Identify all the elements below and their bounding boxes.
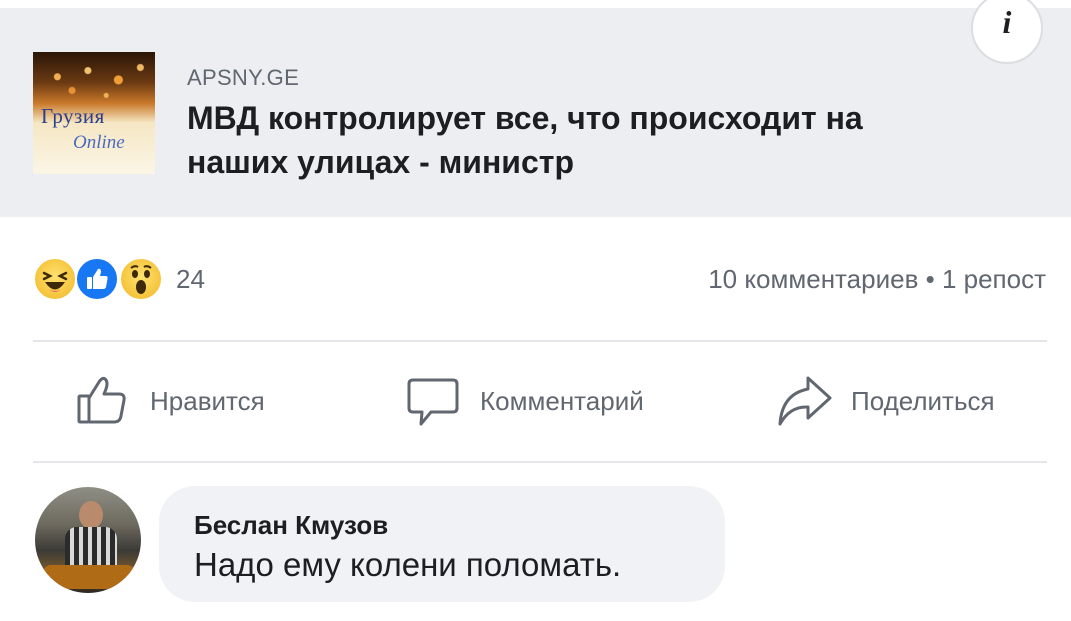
link-headline[interactable]: МВД контролирует все, что происходит на … — [187, 96, 967, 184]
thumbnail-logo-text: Грузия — [41, 104, 105, 128]
share-arrow-icon — [778, 376, 832, 426]
share-button[interactable]: Поделиться — [776, 370, 1036, 430]
link-thumbnail[interactable]: Грузия Online — [33, 52, 155, 174]
top-strip — [0, 0, 1071, 8]
like-button-label: Нравится — [150, 386, 265, 416]
wow-reaction-icon — [119, 257, 163, 301]
haha-reaction-icon — [33, 257, 77, 301]
link-preview-card[interactable]: Грузия Online APSNY.GE МВД контролирует … — [0, 8, 1071, 217]
share-button-label: Поделиться — [851, 386, 995, 416]
link-source-domain: APSNY.GE — [187, 65, 300, 90]
comment-button[interactable]: Комментарий — [405, 370, 695, 430]
commenter-avatar[interactable] — [35, 487, 141, 593]
divider — [33, 340, 1047, 342]
like-button[interactable]: Нравится — [75, 370, 295, 430]
thumbs-up-icon — [77, 376, 126, 424]
comment-text: Надо ему колени поломать. — [194, 546, 622, 583]
like-reaction-icon — [75, 257, 119, 301]
info-icon: i — [1002, 4, 1012, 40]
comment-author-name[interactable]: Беслан Кмузов — [194, 510, 388, 541]
comments-shares-count[interactable]: 10 комментариев • 1 репост — [708, 264, 1046, 295]
speech-bubble-icon — [407, 378, 459, 426]
comment-button-label: Комментарий — [480, 386, 644, 416]
divider — [33, 461, 1047, 463]
reaction-count[interactable]: 24 — [176, 264, 205, 295]
thumbnail-logo-subtext: Online — [73, 132, 125, 153]
comment-bubble[interactable]: Беслан Кмузов Надо ему колени поломать. — [159, 486, 725, 602]
